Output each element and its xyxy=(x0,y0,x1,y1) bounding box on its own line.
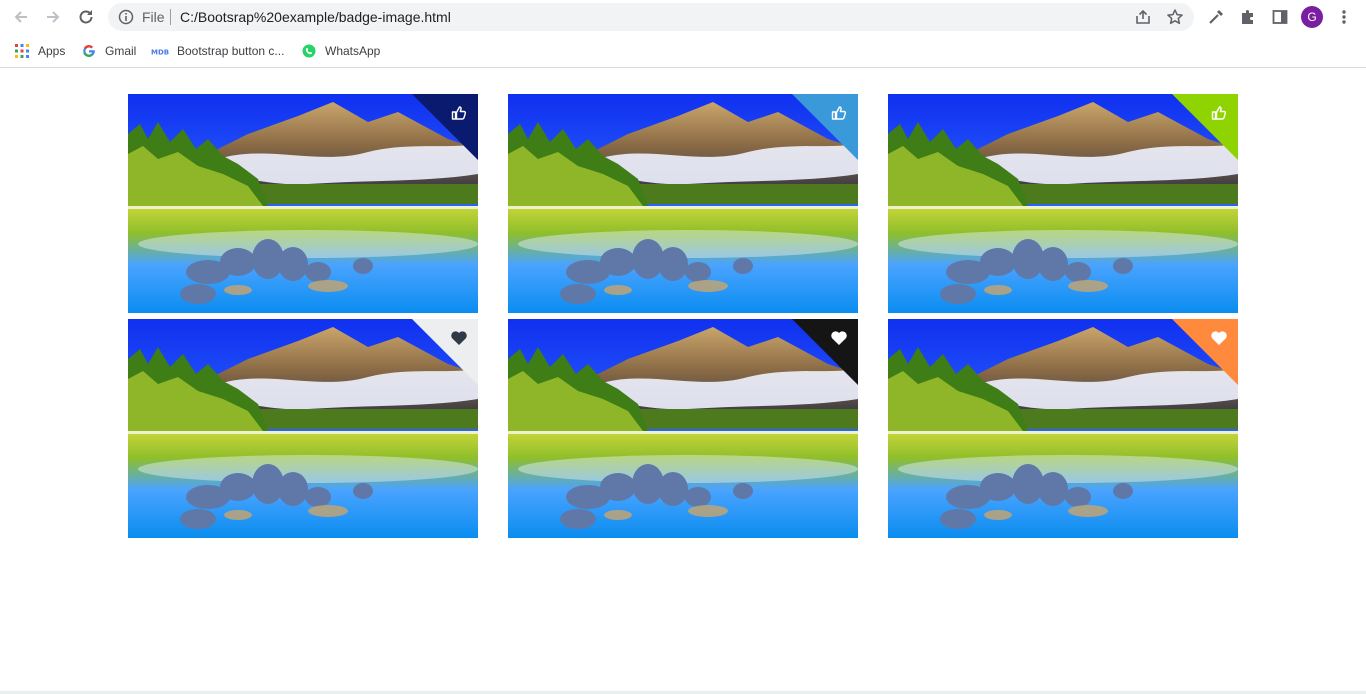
mdb-icon: MDB xyxy=(151,43,169,59)
landscape-image xyxy=(128,94,478,313)
bookmark-whatsapp[interactable]: WhatsApp xyxy=(301,42,380,60)
thumbs-up-icon[interactable] xyxy=(1208,102,1230,124)
image-card[interactable] xyxy=(508,94,858,313)
address-bar[interactable]: File C:/Bootsrap%20example/badge-image.h… xyxy=(108,3,1194,31)
apps-grid-icon xyxy=(14,43,30,59)
kebab-menu-icon[interactable] xyxy=(1333,6,1355,28)
forward-button[interactable] xyxy=(40,4,66,30)
landscape-image xyxy=(508,319,858,538)
bookmark-label: WhatsApp xyxy=(325,44,381,58)
browser-toolbar: File C:/Bootsrap%20example/badge-image.h… xyxy=(0,0,1366,35)
bookmark-star-icon[interactable] xyxy=(1166,8,1184,31)
image-card[interactable] xyxy=(128,319,478,538)
divider xyxy=(170,9,171,25)
image-card[interactable] xyxy=(888,94,1238,313)
arrow-left-icon xyxy=(14,11,27,23)
landscape-image xyxy=(888,319,1238,538)
extensions-puzzle-icon[interactable] xyxy=(1237,6,1259,28)
scheme-label: File xyxy=(142,9,165,25)
share-icon[interactable] xyxy=(1134,8,1152,31)
bookmark-gmail[interactable]: Gmail xyxy=(81,42,136,60)
thumbs-up-icon[interactable] xyxy=(828,102,850,124)
bookmark-label: Gmail xyxy=(105,44,137,58)
heart-icon[interactable] xyxy=(828,327,850,349)
bookmark-label: Apps xyxy=(38,44,66,58)
side-panel-icon[interactable] xyxy=(1269,6,1291,28)
landscape-image xyxy=(128,319,478,538)
image-card[interactable] xyxy=(508,319,858,538)
back-button[interactable] xyxy=(8,4,34,30)
reload-button[interactable] xyxy=(73,4,99,30)
landscape-image xyxy=(888,94,1238,313)
profile-avatar[interactable]: G xyxy=(1301,6,1323,28)
bookmark-label: Bootstrap button c... xyxy=(177,44,285,58)
google-icon xyxy=(81,43,97,59)
image-card[interactable] xyxy=(888,319,1238,538)
bookmark-bootstrap-button[interactable]: MDB Bootstrap button c... xyxy=(151,42,284,60)
image-card[interactable] xyxy=(128,94,478,313)
landscape-image xyxy=(508,94,858,313)
bookmarks-bar: Apps Gmail MDB Bootstrap button c... Wha… xyxy=(0,35,1366,68)
whatsapp-icon xyxy=(301,43,317,59)
svg-text:MDB: MDB xyxy=(151,49,169,57)
thumbs-up-icon[interactable] xyxy=(448,102,470,124)
reload-icon xyxy=(79,10,93,24)
heart-icon[interactable] xyxy=(1208,327,1230,349)
heart-icon[interactable] xyxy=(448,327,470,349)
info-icon[interactable] xyxy=(118,9,134,30)
url-text[interactable]: C:/Bootsrap%20example/badge-image.html xyxy=(180,9,451,25)
arrow-right-icon xyxy=(47,11,60,23)
eyedropper-icon[interactable] xyxy=(1205,6,1227,28)
bookmark-apps[interactable]: Apps xyxy=(14,42,65,60)
